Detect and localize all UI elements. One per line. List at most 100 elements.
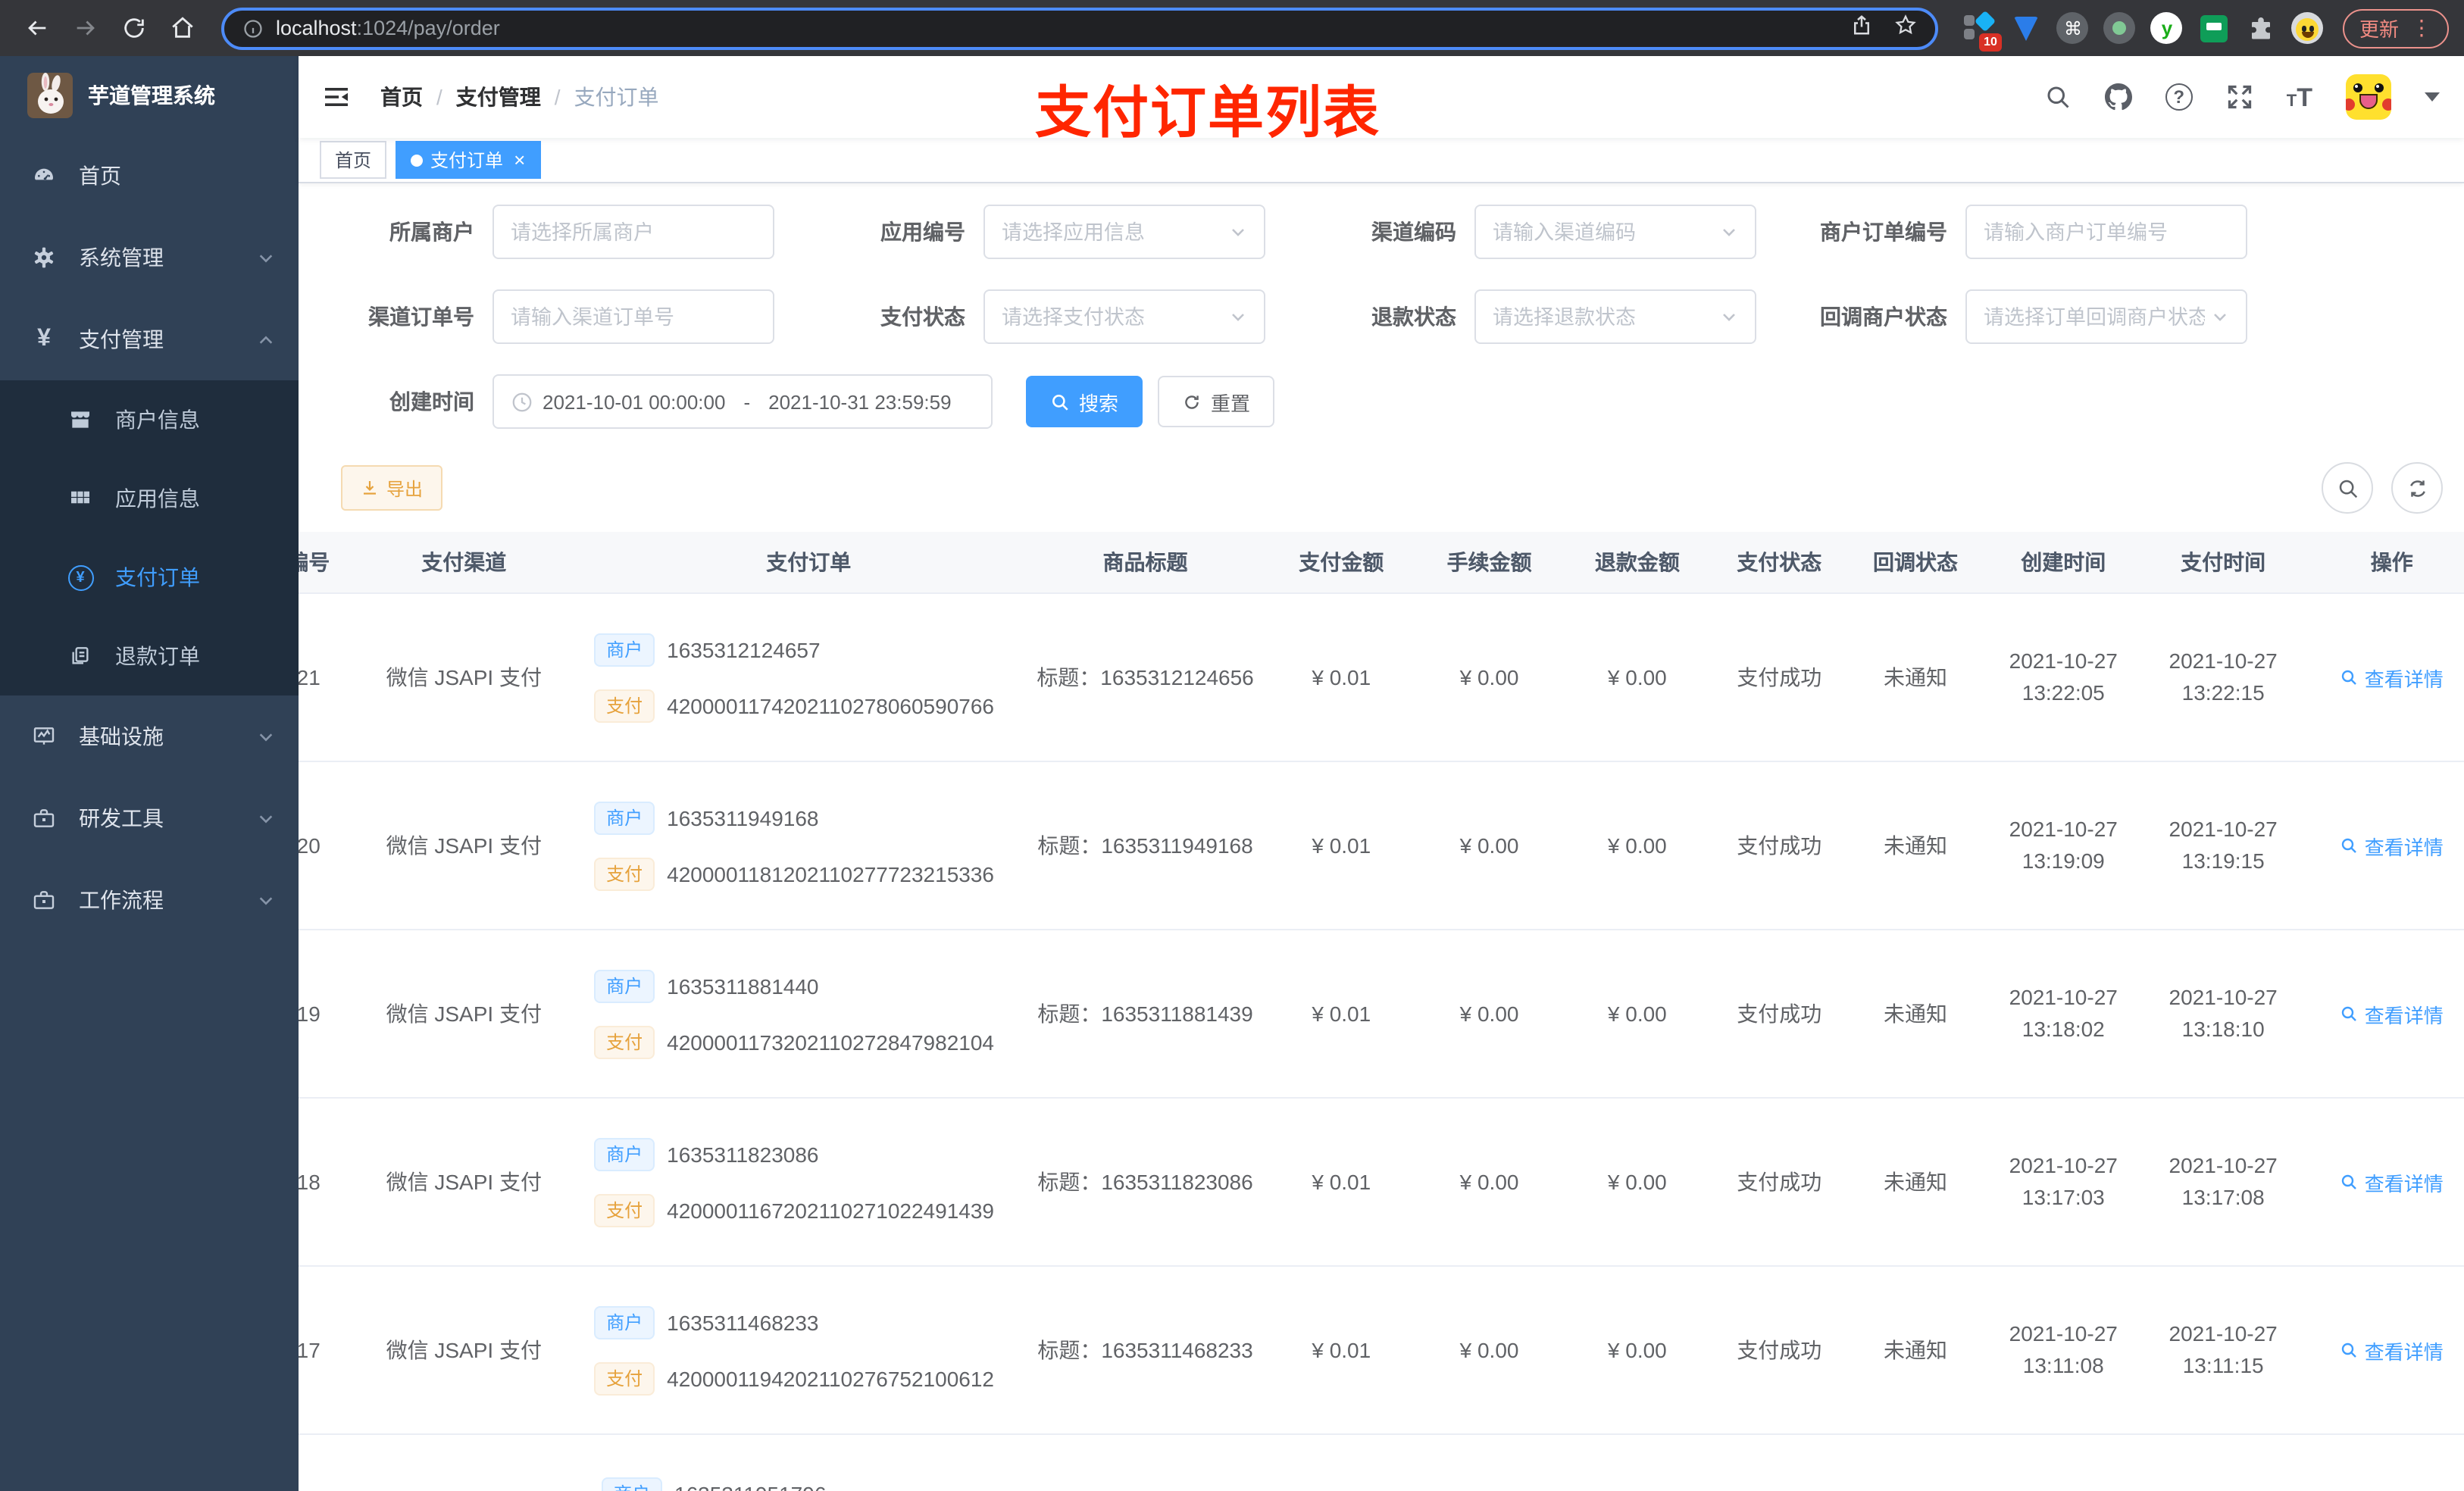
cell-refund: ¥ 0.00 <box>1607 833 1667 858</box>
cell-pay-order: 商户 1635311468233 支付 4200001194202110276752… <box>564 1267 1023 1433</box>
sidebar-item-app-info[interactable]: 应用信息 <box>0 459 299 538</box>
table-toolbar: 导出 <box>299 459 2464 514</box>
callback-status-field[interactable] <box>1984 305 2205 328</box>
cell-paid: 2021-10-27 13:17:08 <box>2169 1153 2278 1209</box>
table-row: 商户 1635311951796 <box>299 1435 2464 1491</box>
kebab-menu-icon[interactable]: ⋮ <box>2411 15 2432 41</box>
sidebar-item-home[interactable]: 首页 <box>0 135 299 217</box>
merchant-order-no: 1635311881440 <box>667 974 819 998</box>
view-detail-link[interactable]: 查看详情 <box>2340 831 2444 860</box>
cell-title: 标题：1635311881439 <box>1037 1002 1253 1026</box>
pay-order-no: 4200001173202110272847982104 <box>667 1030 994 1054</box>
search-icon <box>2342 670 2357 685</box>
sidebar-menu: 首页 系统管理 ¥ 支付管理 商户信息 应用信息 ¥ 支付订单 退款订单 基础设… <box>0 135 299 1491</box>
browser-update-button[interactable]: 更新 ⋮ <box>2342 8 2449 48</box>
toggle-search-button[interactable] <box>2322 462 2373 514</box>
sidebar-item-refund-order[interactable]: 退款订单 <box>0 617 299 695</box>
github-link[interactable] <box>2104 83 2132 111</box>
extension-icon-badge[interactable]: 10 <box>1962 9 2002 51</box>
back-arrow-icon <box>27 20 45 36</box>
tab-label: 支付订单 <box>430 150 504 171</box>
browser-back-button[interactable] <box>15 7 58 49</box>
browser-forward-button[interactable] <box>64 7 106 49</box>
extension-icon-command[interactable]: ⌘ <box>2056 11 2090 45</box>
view-detail-link[interactable]: 查看详情 <box>2340 663 2444 692</box>
table-row: 20 微信 JSAPI 支付 商户 1635311949168 支付 4200001… <box>299 762 2464 930</box>
sidebar-item-merchant-info[interactable]: 商户信息 <box>0 380 299 459</box>
header-search-button[interactable] <box>2044 83 2072 111</box>
close-icon[interactable]: × <box>514 150 525 170</box>
cell-id: 17 <box>299 1338 321 1362</box>
cell-refund: ¥ 0.00 <box>1607 1338 1667 1362</box>
tab-home[interactable]: 首页 <box>320 141 387 179</box>
view-detail-link[interactable]: 查看详情 <box>2340 1336 2444 1364</box>
pay-status-field[interactable] <box>1002 305 1223 328</box>
extension-icon-yudao[interactable]: y <box>2150 11 2184 45</box>
sidebar-item-dev-tools[interactable]: 研发工具 <box>0 777 299 859</box>
fullscreen-button[interactable] <box>2226 83 2253 111</box>
merchant-order-no-input[interactable] <box>1965 205 2247 259</box>
cell-channel: 微信 JSAPI 支付 <box>386 833 542 858</box>
browser-profile-avatar[interactable] <box>2291 11 2325 45</box>
merchant-input-field[interactable] <box>511 220 756 243</box>
caret-down-icon[interactable] <box>2425 92 2440 102</box>
address-bar[interactable]: localhost:1024/pay/order <box>221 7 1938 49</box>
font-size-button[interactable]: TT <box>2287 84 2312 110</box>
search-button-label: 搜索 <box>1079 392 1119 414</box>
sidebar-item-infrastructure[interactable]: 基础设施 <box>0 695 299 777</box>
channel-order-no-field[interactable] <box>511 305 756 328</box>
help-icon[interactable]: ? <box>2165 83 2193 111</box>
refund-status-field[interactable] <box>1493 305 1714 328</box>
sidebar-item-payment[interactable]: ¥ 支付管理 <box>0 299 299 380</box>
merchant-tag: 商户 <box>594 801 655 834</box>
red-annotation-title: 支付订单列表 <box>1035 82 1381 144</box>
merchant-input[interactable] <box>492 205 774 259</box>
extension-icon-record[interactable] <box>2103 11 2137 45</box>
breadcrumb-separator: / <box>554 85 561 109</box>
command-icon: ⌘ <box>2056 12 2089 44</box>
chevron-down-icon <box>258 810 274 827</box>
merchant-tag: 商户 <box>594 969 655 1002</box>
sidebar-item-label: 商户信息 <box>115 408 200 432</box>
breadcrumb: 首页 / 支付管理 / 支付订单 <box>380 82 659 112</box>
sidebar-item-system[interactable]: 系统管理 <box>0 217 299 299</box>
breadcrumb-current: 支付订单 <box>574 85 659 109</box>
refund-status-select[interactable] <box>1474 289 1756 344</box>
extensions-menu-button[interactable] <box>2244 11 2278 45</box>
tab-pay-order[interactable]: 支付订单 × <box>396 141 541 179</box>
export-button[interactable]: 导出 <box>341 465 443 511</box>
reset-button[interactable]: 重置 <box>1158 376 1275 427</box>
extension-icon-gem[interactable] <box>2009 11 2043 45</box>
user-avatar[interactable] <box>2346 74 2391 120</box>
breadcrumb-section[interactable]: 支付管理 <box>456 82 541 112</box>
sidebar-item-workflow[interactable]: 工作流程 <box>0 859 299 941</box>
view-detail-link[interactable]: 查看详情 <box>2340 1167 2444 1196</box>
share-icon[interactable] <box>1850 13 1873 43</box>
document-copy-icon <box>67 642 94 670</box>
channel-code-select[interactable] <box>1474 205 1756 259</box>
sidebar-toggle-button[interactable] <box>323 80 356 114</box>
extension-icon-chat[interactable] <box>2197 11 2231 45</box>
app-no-field[interactable] <box>1002 220 1223 243</box>
site-info-icon[interactable] <box>242 17 264 39</box>
filter-row-1: 所属商户 应用编号 渠道编码 <box>299 205 2464 259</box>
refresh-table-button[interactable] <box>2391 462 2443 514</box>
search-button[interactable]: 搜索 <box>1026 376 1143 427</box>
merchant-tag: 商户 <box>594 1137 655 1171</box>
merchant-order-no-field[interactable] <box>1984 220 2229 243</box>
browser-home-button[interactable] <box>161 7 203 49</box>
sidebar-item-pay-order[interactable]: ¥ 支付订单 <box>0 538 299 617</box>
callback-status-select[interactable] <box>1965 289 2247 344</box>
create-time-range-picker[interactable]: 2021-10-01 00:00:00 - 2021-10-31 23:59:5… <box>492 374 993 429</box>
sidebar-item-label: 首页 <box>79 164 121 188</box>
cell-channel: 微信 JSAPI 支付 <box>386 1002 542 1026</box>
breadcrumb-home[interactable]: 首页 <box>380 82 423 112</box>
bookmark-star-icon[interactable] <box>1894 13 1917 43</box>
browser-refresh-button[interactable] <box>112 7 155 49</box>
pay-status-select[interactable] <box>983 289 1265 344</box>
clock-icon <box>511 390 533 413</box>
view-detail-link[interactable]: 查看详情 <box>2340 999 2444 1028</box>
app-no-select[interactable] <box>983 205 1265 259</box>
channel-code-field[interactable] <box>1493 220 1714 243</box>
channel-order-no-input[interactable] <box>492 289 774 344</box>
